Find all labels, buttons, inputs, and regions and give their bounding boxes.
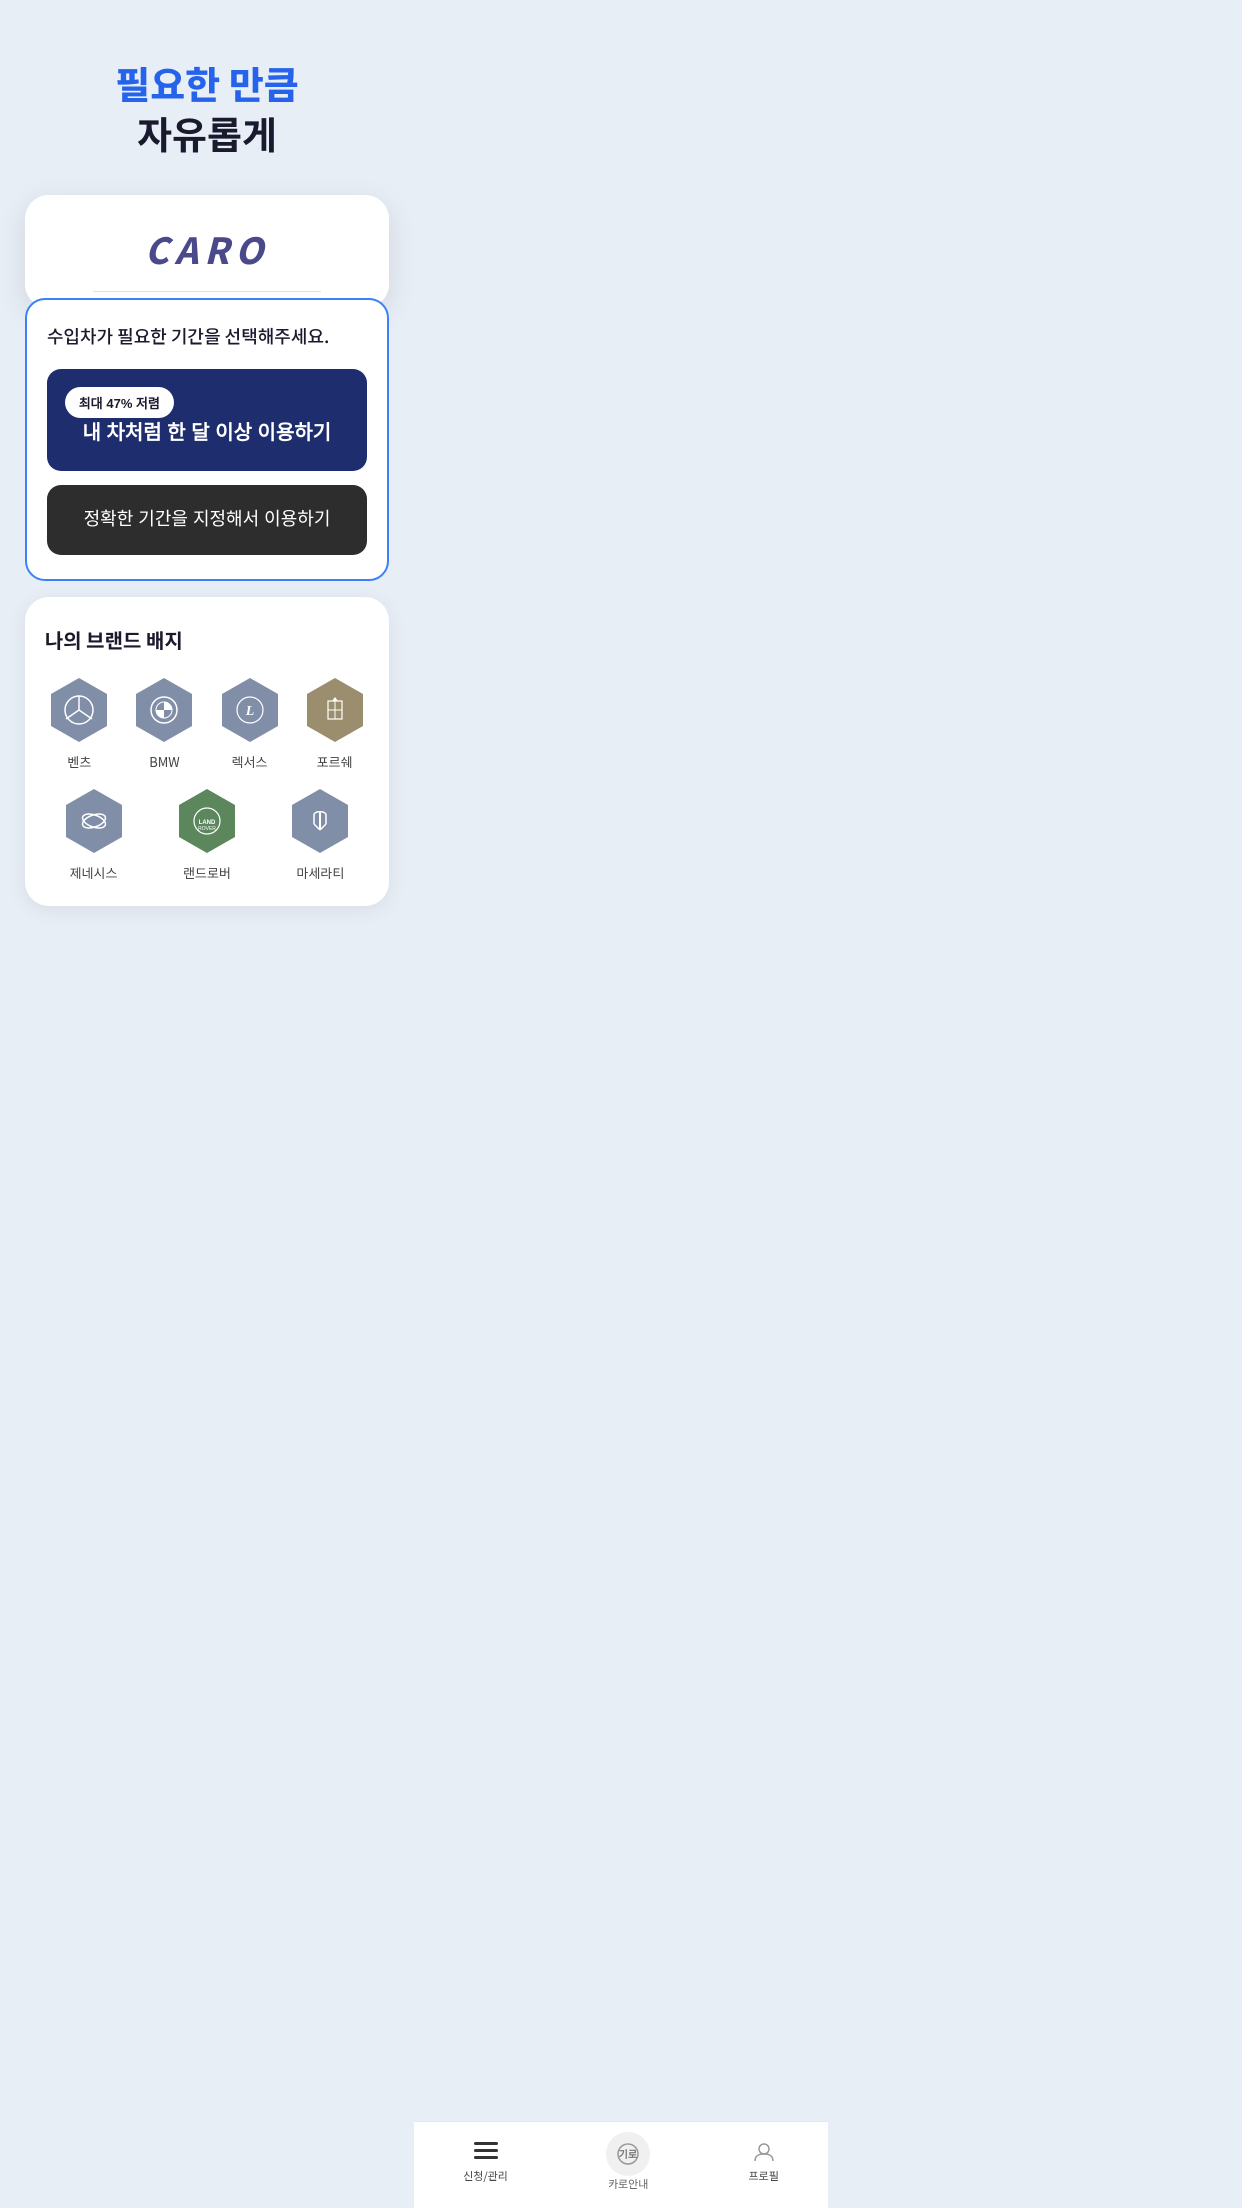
- brand-name-genesis: 제네시스: [70, 863, 118, 882]
- brand-hexagon-benz: [45, 676, 113, 744]
- nav-item-profile[interactable]: 프로필: [748, 2140, 778, 2184]
- brand-hexagon-lexus: L: [216, 676, 284, 744]
- landrover-logo: LAND ROVER: [189, 803, 225, 839]
- option-custom-text: 정확한 기간을 지정해서 이용하기: [84, 509, 331, 529]
- caro-card: CARO: [25, 195, 389, 308]
- brand-item-benz[interactable]: 벤츠: [45, 676, 114, 771]
- brand-name-benz: 벤츠: [67, 752, 91, 771]
- brand-name-porsche: 포르쉐: [317, 752, 353, 771]
- porsche-logo: [318, 693, 352, 727]
- brand-name-bmw: BMW: [149, 752, 180, 771]
- brand-item-genesis[interactable]: 제네시스: [45, 787, 142, 882]
- brand-hexagon-porsche: [301, 676, 369, 744]
- brand-item-bmw[interactable]: BMW: [130, 676, 199, 771]
- brand-section: 나의 브랜드 배지: [25, 597, 389, 906]
- option-monthly-text: 내 차처럼 한 달 이상 이용하기: [83, 422, 332, 444]
- genesis-logo: [77, 804, 111, 838]
- nav-label-profile: 프로필: [748, 2168, 778, 2184]
- hero-title-line1: 필요한 만큼: [115, 60, 298, 106]
- brand-name-maserati: 마세라티: [297, 863, 345, 882]
- list-icon: [472, 2140, 500, 2164]
- brand-name-lexus: 렉서스: [232, 752, 268, 771]
- brand-grid-row2: 제네시스 LAND ROVER 랜드로버: [45, 787, 369, 882]
- nav-item-applications[interactable]: 신청/관리: [463, 2140, 508, 2184]
- caro-guide-icon: 기로: [606, 2132, 650, 2176]
- svg-text:L: L: [244, 704, 254, 719]
- selection-card: 수입차가 필요한 기간을 선택해주세요. 최대 47% 저렴 내 차처럼 한 달…: [25, 298, 389, 580]
- brand-name-landrover: 랜드로버: [183, 863, 231, 882]
- brand-grid-row1: 벤츠 BMW: [45, 676, 369, 771]
- benz-logo: [62, 693, 96, 727]
- page-wrapper: 필요한 만큼 자유롭게 CARO 수입차가 필요한 기간을 선택해주세요. 최대…: [0, 0, 414, 986]
- brand-hexagon-bmw: [130, 676, 198, 744]
- brand-hexagon-genesis: [60, 787, 128, 855]
- nav-label-guide: 카로안내: [608, 2176, 648, 2192]
- option-monthly-button[interactable]: 최대 47% 저렴 내 차처럼 한 달 이상 이용하기: [47, 369, 367, 471]
- option-custom-button[interactable]: 정확한 기간을 지정해서 이용하기: [47, 485, 367, 554]
- svg-text:ROVER: ROVER: [198, 826, 216, 832]
- discount-badge: 최대 47% 저렴: [65, 387, 174, 418]
- bmw-logo: [147, 693, 181, 727]
- lexus-logo: L: [233, 693, 267, 727]
- caro-header: CARO: [25, 195, 389, 308]
- profile-icon: [750, 2140, 778, 2164]
- brand-hexagon-maserati: [286, 787, 354, 855]
- brand-item-maserati[interactable]: 마세라티: [272, 787, 369, 882]
- brand-item-landrover[interactable]: LAND ROVER 랜드로버: [158, 787, 255, 882]
- brand-item-porsche[interactable]: 포르쉐: [300, 676, 369, 771]
- brand-section-title: 나의 브랜드 배지: [45, 625, 369, 654]
- hero-title-line2: 자유롭게: [137, 110, 277, 156]
- brand-hexagon-landrover: LAND ROVER: [173, 787, 241, 855]
- nav-item-guide[interactable]: 기로 카로안내: [606, 2132, 650, 2192]
- selection-title: 수입차가 필요한 기간을 선택해주세요.: [47, 324, 367, 349]
- svg-text:기로: 기로: [619, 2148, 637, 2161]
- nav-label-applications: 신청/관리: [463, 2168, 508, 2184]
- hero-section: 필요한 만큼 자유롭게: [0, 0, 414, 185]
- caro-logo: CARO: [145, 223, 269, 275]
- caro-divider: [93, 291, 320, 292]
- brand-item-lexus[interactable]: L 렉서스: [215, 676, 284, 771]
- bottom-nav: 신청/관리 기로 카로안내 프로필: [414, 2121, 828, 2208]
- maserati-logo: [303, 804, 337, 838]
